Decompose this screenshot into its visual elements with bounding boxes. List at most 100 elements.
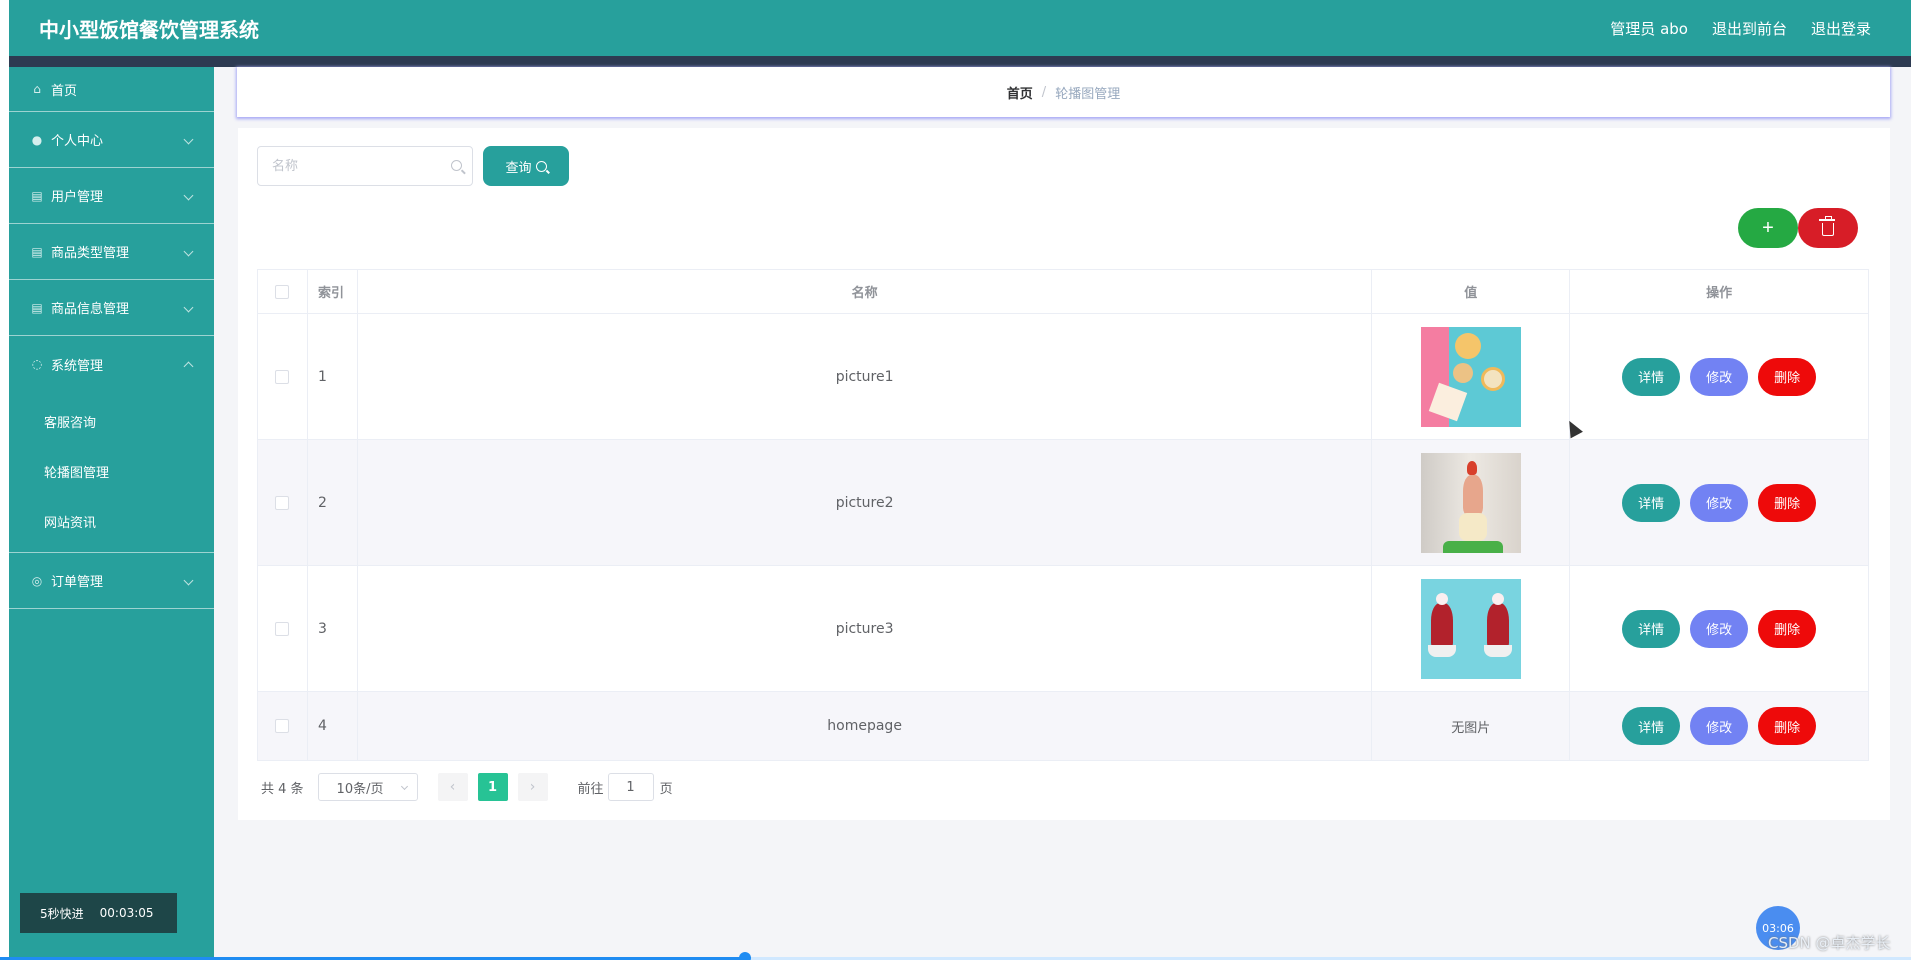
image-shape <box>1466 460 1477 475</box>
query-button-label: 查询 <box>505 159 532 175</box>
header-value: 值 <box>1372 270 1571 313</box>
sidebar-item-system-management[interactable]: ◌ 系统管理 <box>9 336 214 392</box>
sidebar-item-user-management[interactable]: ▤ 用户管理 <box>9 168 214 224</box>
right-edge <box>1911 0 1920 960</box>
image-shape <box>1430 602 1453 647</box>
video-progress-handle[interactable] <box>739 952 751 960</box>
sidebar-item-label: 商品信息管理 <box>51 302 130 317</box>
table-row: 4 homepage 无图片 详情 修改 删除 <box>258 692 1868 760</box>
header-index: 索引 <box>308 270 358 313</box>
header-divider-bar <box>9 56 1911 67</box>
header-select-cell <box>258 270 308 313</box>
chevron-down-icon <box>183 246 194 256</box>
edit-button[interactable]: 修改 <box>1690 707 1749 745</box>
image-shape <box>1486 602 1509 647</box>
carousel-table: 索引 名称 值 操作 1 picture1 详情 修改 删除 2 picture… <box>257 269 1869 761</box>
goto-page-input[interactable] <box>607 773 654 801</box>
search-icon <box>535 160 547 172</box>
detail-button[interactable]: 详情 <box>1622 483 1681 522</box>
image-shape <box>1442 540 1503 553</box>
detail-button[interactable]: 详情 <box>1622 707 1681 745</box>
watermark: CSDN @卓杰学长 <box>1768 934 1891 952</box>
frontend-link[interactable]: 退出到前台 <box>1712 18 1787 39</box>
search-input[interactable] <box>258 147 472 185</box>
breadcrumb-current: 轮播图管理 <box>1055 86 1121 102</box>
chevron-up-icon <box>183 361 194 372</box>
table-row: 3 picture3 详情 修改 删除 <box>258 566 1868 692</box>
sidebar-item-personal-center[interactable]: ● 个人中心 <box>9 112 214 168</box>
select-all-checkbox[interactable] <box>275 284 290 299</box>
add-button[interactable]: + <box>1738 208 1798 248</box>
home-icon: ⌂ <box>33 82 41 96</box>
trash-icon <box>1819 216 1835 236</box>
image-shape <box>1454 332 1481 359</box>
elapsed-time: 00:03:05 <box>99 906 154 920</box>
detail-button[interactable]: 详情 <box>1622 609 1681 648</box>
sidebar-item-product-type-management[interactable]: ▤ 商品类型管理 <box>9 224 214 280</box>
clipboard-icon: ▤ <box>31 244 43 259</box>
sidebar-subitem-carousel-management[interactable]: 轮播图管理 <box>9 446 214 496</box>
sidebar-item-order-management[interactable]: ◎ 订单管理 <box>9 553 214 609</box>
sidebar-item-home[interactable]: ⌂ 首页 <box>9 67 214 112</box>
carousel-thumbnail[interactable] <box>1420 326 1521 427</box>
clipboard-icon: ▤ <box>31 188 43 203</box>
video-skip-overlay[interactable]: 5秒快进 00:03:05 <box>20 893 177 933</box>
edit-button[interactable]: 修改 <box>1690 609 1749 648</box>
pagination: 共 4 条 10条/页 ‹ 1 › 前往 页 <box>261 773 673 801</box>
sidebar-item-label: 商品类型管理 <box>51 246 130 261</box>
top-header: 中小型饭馆餐饮管理系统 管理员 abo 退出到前台 退出登录 <box>9 0 1911 56</box>
table-header-row: 索引 名称 值 操作 <box>258 270 1868 314</box>
sidebar: ⌂ 首页 ● 个人中心 ▤ 用户管理 ▤ 商品类型管理 ▤ 商品信息管理 ◌ 系… <box>9 67 214 960</box>
carousel-thumbnail[interactable] <box>1420 578 1521 679</box>
search-field <box>257 146 473 186</box>
page-size-select[interactable]: 10条/页 <box>317 773 418 801</box>
row-select-cell <box>258 566 308 691</box>
row-value-cell <box>1372 440 1571 565</box>
delete-button[interactable]: 删除 <box>1758 357 1817 396</box>
image-shape <box>1480 366 1505 391</box>
delete-button[interactable]: 删除 <box>1758 483 1817 522</box>
admin-user-label[interactable]: 管理员 abo <box>1610 18 1688 39</box>
sidebar-item-label: 订单管理 <box>51 575 104 590</box>
carousel-thumbnail[interactable] <box>1420 452 1521 553</box>
image-shape <box>1428 382 1467 421</box>
sidebar-item-product-info-management[interactable]: ▤ 商品信息管理 <box>9 280 214 336</box>
sidebar-subitem-customer-service[interactable]: 客服咨询 <box>9 396 214 446</box>
edit-button[interactable]: 修改 <box>1690 357 1749 396</box>
image-shape <box>1491 592 1504 605</box>
row-checkbox[interactable] <box>275 621 290 636</box>
header-operations: 操作 <box>1706 286 1733 301</box>
row-checkbox[interactable] <box>275 369 290 384</box>
edit-button[interactable]: 修改 <box>1690 483 1749 522</box>
row-checkbox[interactable] <box>275 719 290 733</box>
chevron-down-icon <box>183 302 194 312</box>
row-index: 2 <box>308 440 358 565</box>
detail-button[interactable]: 详情 <box>1622 357 1681 396</box>
pagination-total: 共 4 条 <box>261 781 304 797</box>
table-row: 2 picture2 详情 修改 删除 <box>258 440 1868 566</box>
chevron-down-icon <box>183 575 194 585</box>
main-content: 查询 + 索引 名称 值 操作 1 picture1 <box>238 128 1890 820</box>
delete-button[interactable]: 删除 <box>1758 707 1817 745</box>
next-page-button[interactable]: › <box>517 773 548 801</box>
breadcrumb-home[interactable]: 首页 <box>1007 83 1033 102</box>
row-value-text: 无图片 <box>1372 692 1571 760</box>
row-index: 1 <box>308 314 358 439</box>
sidebar-item-label: 首页 <box>51 83 78 99</box>
logout-link[interactable]: 退出登录 <box>1811 18 1871 39</box>
row-operations: 详情 修改 删除 <box>1570 566 1868 691</box>
page-number-current[interactable]: 1 <box>477 773 508 801</box>
bulk-delete-button[interactable] <box>1798 208 1858 248</box>
row-name: picture2 <box>358 440 1373 565</box>
chevron-right-icon: › <box>529 779 536 795</box>
row-checkbox[interactable] <box>275 495 290 510</box>
compass-icon: ◎ <box>31 573 43 588</box>
delete-button[interactable]: 删除 <box>1758 609 1817 648</box>
breadcrumb-separator: / <box>1041 84 1047 100</box>
prev-page-button[interactable]: ‹ <box>437 773 468 801</box>
row-operations: 详情 修改 删除 <box>1570 314 1868 439</box>
search-icon <box>451 160 462 171</box>
row-select-cell <box>258 692 308 760</box>
sidebar-subitem-site-news[interactable]: 网站资讯 <box>9 496 214 546</box>
query-button[interactable]: 查询 <box>483 146 569 186</box>
